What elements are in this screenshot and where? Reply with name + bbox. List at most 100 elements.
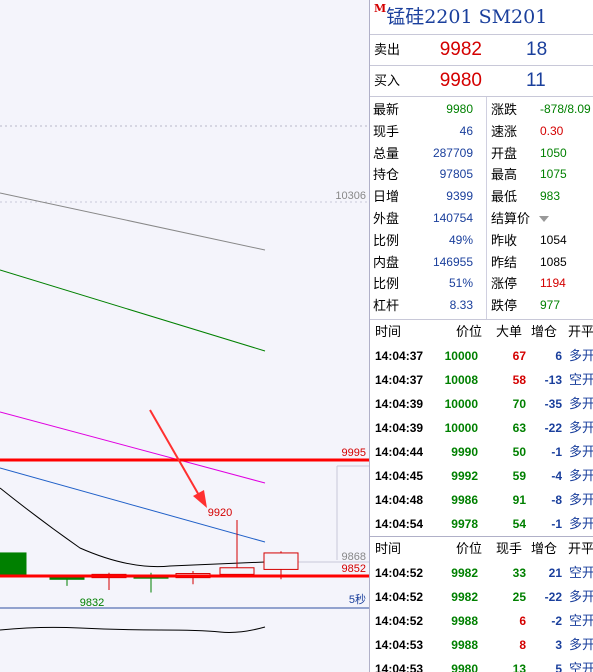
stat-value: 1085 [540,254,567,269]
tick-type: 空开 [569,612,593,628]
tick-volume: 6 [519,613,526,628]
sell-row: 卖出 9982 18 [370,35,593,66]
col-type: 开平 [568,323,593,339]
tick-type: 空开 [569,660,593,672]
stats-grid: 最新 9980 涨跌 -878/8.09 现手 46 速涨 0.30 总量 287709 开盘 105… [370,97,593,320]
tick-row: 14:04:54 9978 54 -1 多开 [370,512,593,536]
col-volume: 大单 [496,323,523,339]
tick-price: 10008 [444,372,478,387]
tick-price: 10000 [444,348,478,363]
tick-volume: 59 [512,468,526,483]
stat-label: 结算价 [491,210,531,226]
buy-label: 买入 [374,73,401,88]
col-oi: 增仓 [531,540,558,556]
stat-label: 涨跌 [491,102,518,117]
candle-body [263,552,299,570]
tick-time: 14:04:37 [375,372,424,387]
level-label-current: 9868 [342,551,366,563]
tick-type: 多开 [569,419,593,435]
tick-volume: 25 [512,589,526,604]
tick-oi: 21 [548,565,562,580]
tick-oi: -13 [544,372,562,387]
chart-background [0,0,369,672]
quote-panel: M锰硅2201 SM201 卖出 9982 18 买入 9980 11 最新 99… [369,0,593,672]
tick-row: 14:04:52 9982 33 21 空开 [370,561,593,585]
tick-oi: 3 [555,637,562,652]
tick-type: 空开 [569,564,593,580]
tick-time: 14:04:52 [375,613,424,628]
stat-label: 开盘 [491,145,518,161]
tick-type: 多开 [569,515,593,531]
tick-price: 9982 [451,565,478,580]
stat-value: 9980 [446,102,473,116]
tick-type: 多开 [569,467,593,483]
instrument-title[interactable]: M锰硅2201 SM201 [370,0,593,35]
tick-time: 14:04:48 [375,492,424,507]
tick-price: 9990 [451,444,478,459]
tick-row: 14:04:39 10000 63 -22 多开 [370,416,593,440]
sell-price: 9982 [439,39,482,60]
tick-row: 14:04:37 10000 67 6 多开 [370,344,593,368]
stat-value: 49% [448,232,473,247]
chevron-down-icon [539,215,549,222]
tick-volume: 33 [512,565,526,580]
settle-dropdown[interactable] [536,208,549,230]
tick-oi: -2 [551,613,562,628]
stat-label: 跌停 [491,298,518,314]
col-time: 时间 [375,540,402,556]
big-order-ticks: 时间 价位 大单 增仓 开平 14:04:37 10000 67 6 多开 14:04:3… [370,320,593,537]
price-chart[interactable]: 10306 9995 9868 9852 9920 9832 5秒 [0,0,369,672]
tick-volume: 50 [512,444,526,459]
stat-label: 昨结 [491,254,518,270]
tick-volume: 91 [512,492,526,507]
tick-type: 多开 [569,395,593,411]
tick-oi: -22 [544,420,562,435]
tick-price: 9988 [451,637,478,652]
stat-label: 涨停 [491,276,518,292]
tick-type: 多开 [569,491,593,507]
tick-oi: -22 [544,589,562,604]
stat-value: 1075 [540,167,567,182]
annot-high-label: 9920 [208,507,232,519]
col-volume: 现手 [496,540,523,556]
tick-oi: 6 [555,348,562,363]
buy-price: 9980 [439,70,482,91]
stat-value: 146955 [432,254,473,269]
tick-price: 9986 [451,492,478,507]
tick-price: 9982 [451,589,478,604]
tick-oi: -1 [551,516,562,531]
annot-low-label: 9832 [80,597,104,609]
tick-list: 时间 价位 现手 增仓 开平 14:04:52 9982 33 21 空开 14:04:5… [370,537,593,672]
tick-volume: 63 [512,420,526,435]
col-oi: 增仓 [531,323,558,339]
tick-price: 10000 [444,396,478,411]
stat-label: 日增 [373,189,400,205]
tick-row: 14:04:53 9988 8 3 多开 [370,633,593,657]
tick-price: 9988 [451,613,478,628]
tick-row: 14:04:44 9990 50 -1 多开 [370,440,593,464]
col-price: 价位 [456,540,483,556]
stat-label: 速涨 [491,123,518,139]
tick-oi: -1 [551,444,562,459]
stat-row: 内盘 146955 昨结 1085 [370,252,593,274]
tick-type: 空开 [569,371,593,387]
stat-row: 杠杆 8.33 跌停 977 [370,295,593,317]
col-price: 价位 [456,323,483,339]
tick-price: 10000 [444,420,478,435]
stat-value: 287709 [432,145,473,160]
tick-row: 14:04:52 9982 25 -22 多开 [370,585,593,609]
tick-volume: 58 [512,372,526,387]
stat-label: 最高 [491,167,518,183]
stat-label: 现手 [373,123,400,139]
tick-oi: -8 [551,492,562,507]
stat-label: 持仓 [373,167,400,183]
stat-row: 日增 9399 最低 983 [370,186,593,208]
tick-price: 9978 [451,516,478,531]
stat-value: 0.30 [540,123,564,138]
tick-price: 9980 [451,661,478,672]
stat-label: 总量 [373,145,400,161]
tick-volume: 13 [512,661,526,672]
tick-time: 14:04:39 [375,420,424,435]
level-label-resist: 9995 [342,447,366,459]
stat-row: 现手 46 速涨 0.30 [370,121,593,143]
